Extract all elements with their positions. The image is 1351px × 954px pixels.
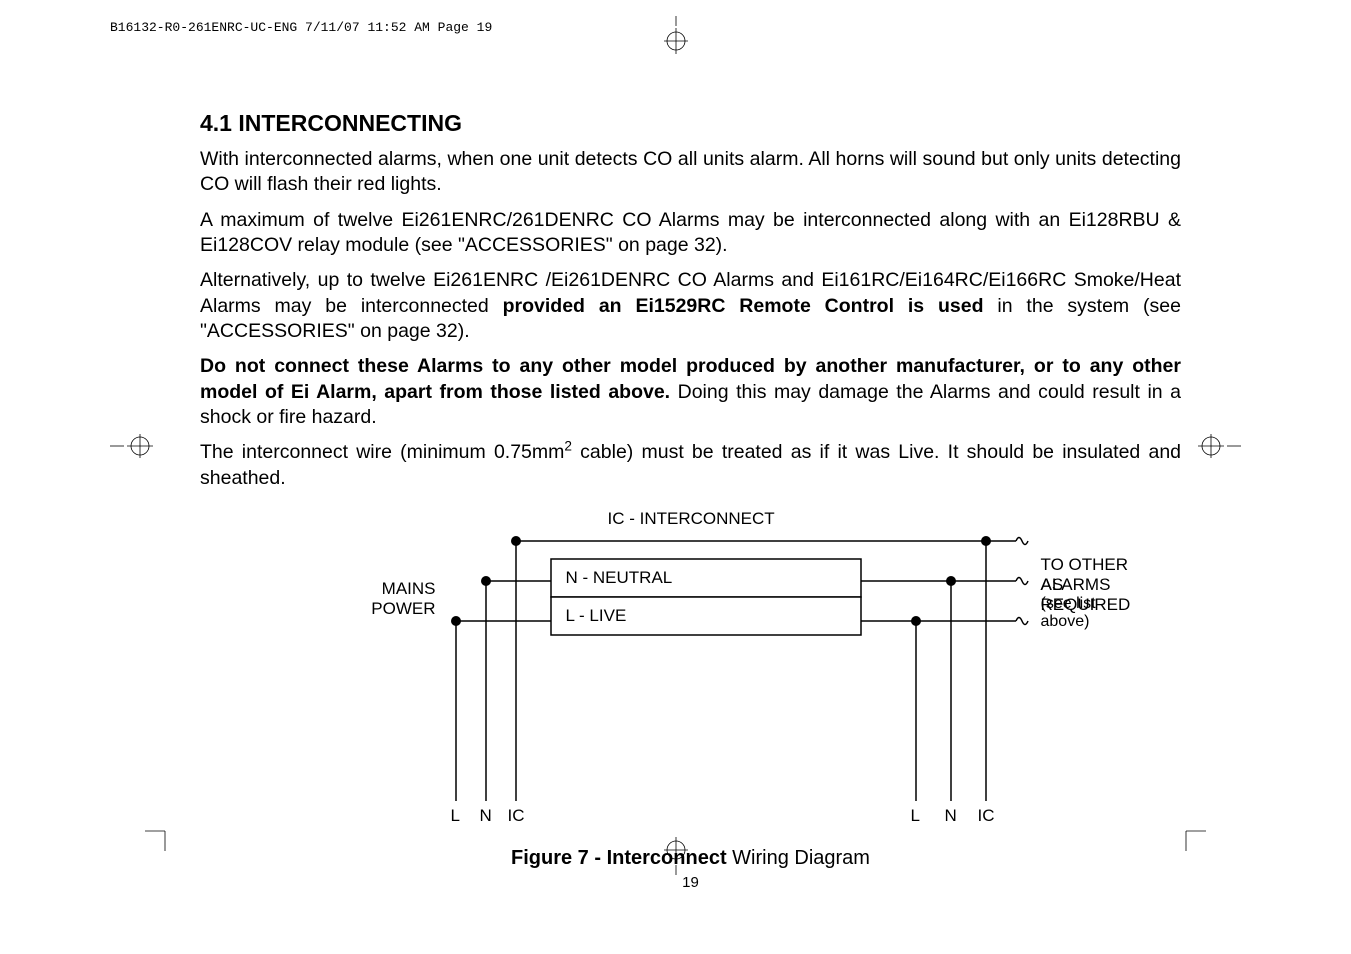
- paragraph-5: The interconnect wire (minimum 0.75mm2 c…: [200, 440, 1181, 491]
- term-n-left: N: [480, 806, 492, 826]
- figure-caption-rest: Wiring Diagram: [727, 847, 870, 869]
- section-heading: 4.1 INTERCONNECTING: [200, 110, 1181, 137]
- mains-label-1: MAINS: [336, 579, 436, 599]
- p5-superscript: 2: [564, 439, 572, 454]
- crop-corner-bottom-right: [1176, 821, 1206, 851]
- page-header-meta: B16132-R0-261ENRC-UC-ENG 7/11/07 11:52 A…: [110, 20, 492, 35]
- term-ic-left: IC: [508, 806, 525, 826]
- n-label: N - NEUTRAL: [566, 568, 673, 588]
- term-l-right: L: [911, 806, 920, 826]
- term-l-left: L: [451, 806, 460, 826]
- p3-bold: provided an Ei1529RC Remote Control is u…: [503, 295, 984, 317]
- term-ic-right: IC: [978, 806, 995, 826]
- l-label: L - LIVE: [566, 606, 627, 626]
- p5-part-a: The interconnect wire (minimum 0.75mm: [200, 441, 564, 463]
- wiring-svg: [241, 501, 1141, 841]
- right-label-3: (see list above): [1041, 595, 1141, 631]
- crop-corner-bottom-left: [145, 821, 175, 851]
- crop-mark-right: [1196, 431, 1241, 461]
- ic-label: IC - INTERCONNECT: [608, 509, 775, 529]
- figure-caption: Figure 7 - Interconnect Wiring Diagram: [200, 847, 1181, 870]
- crop-mark-top: [661, 16, 691, 56]
- mains-label-2: POWER: [336, 599, 436, 619]
- crop-mark-bottom: [661, 835, 691, 875]
- paragraph-1: With interconnected alarms, when one uni…: [200, 147, 1181, 198]
- paragraph-3: Alternatively, up to twelve Ei261ENRC /E…: [200, 268, 1181, 344]
- term-n-right: N: [945, 806, 957, 826]
- paragraph-4: Do not connect these Alarms to any other…: [200, 354, 1181, 430]
- wiring-diagram: IC - INTERCONNECT N - NEUTRAL L - LIVE M…: [241, 501, 1141, 841]
- page-number: 19: [200, 874, 1181, 891]
- figure-caption-bold: Figure 7 - Interconnect: [511, 847, 727, 869]
- crop-mark-left: [110, 431, 155, 461]
- paragraph-2: A maximum of twelve Ei261ENRC/261DENRC C…: [200, 208, 1181, 259]
